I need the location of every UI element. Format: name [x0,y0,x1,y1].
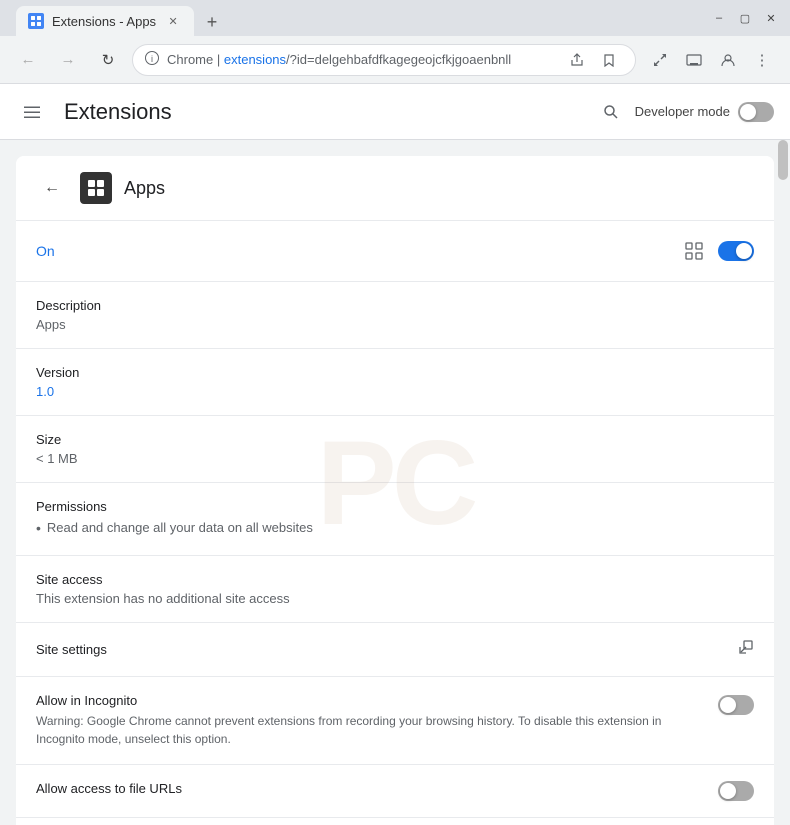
size-row: Size < 1 MB [16,416,774,483]
ext-detail-panel: ← Apps On [16,156,774,825]
security-icon: i [145,51,159,68]
source-row: Source Not from Chrome Web Store. [16,818,774,825]
browser-frame: Extensions - Apps ✕ + – ▢ ✕ ← → ↻ i Chro… [0,0,790,825]
allow-incognito-label: Allow in Incognito [36,693,706,708]
ext-name-heading: Apps [124,178,754,199]
description-value: Apps [36,317,754,332]
site-settings-row[interactable]: Site settings [16,623,774,677]
maximize-button[interactable]: ▢ [734,7,756,29]
bookmark-button[interactable] [595,46,623,74]
on-row: On [16,221,774,282]
tab-close-button[interactable]: ✕ [164,12,182,30]
minimize-button[interactable]: – [708,7,730,29]
extension-detail-body[interactable]: PC ← Apps [0,140,790,825]
dev-mode-label: Developer mode [635,104,730,119]
grid-view-button[interactable] [678,235,710,267]
title-bar: Extensions - Apps ✕ + – ▢ ✕ [0,0,790,36]
menu-button[interactable]: ⋮ [746,44,778,76]
size-label: Size [36,432,754,447]
permissions-label: Permissions [36,499,754,514]
extension-icon [80,172,112,204]
permissions-row: Permissions Read and change all your dat… [16,483,774,556]
back-nav-button[interactable]: ← [12,44,44,76]
allow-file-urls-label: Allow access to file URLs [36,781,706,796]
page-content: Extensions Developer mode PC ← [0,84,790,825]
active-tab[interactable]: Extensions - Apps ✕ [16,6,194,36]
window-controls: – ▢ ✕ [708,7,782,29]
site-access-label: Site access [36,572,754,587]
close-button[interactable]: ✕ [760,7,782,29]
reload-button[interactable]: ↻ [92,44,124,76]
cast-button[interactable] [678,44,710,76]
toolbar-icons: ⋮ [644,44,778,76]
share-button[interactable] [563,46,591,74]
tab-title: Extensions - Apps [52,14,156,29]
site-access-row: Site access This extension has no additi… [16,556,774,623]
dev-mode-toggle[interactable] [738,102,774,122]
version-row: Version 1.0 [16,349,774,416]
on-status-label: On [36,243,678,259]
permissions-list: Read and change all your data on all web… [36,518,754,539]
external-link-icon [738,639,754,660]
dev-mode-area: Developer mode [595,96,774,128]
allow-incognito-desc: Warning: Google Chrome cannot prevent ex… [36,712,706,748]
address-url-params: /?id=delgehbafdfkagegeojcfkjgoaenbnll [286,52,511,67]
allow-file-urls-toggle[interactable] [718,781,754,801]
address-bar[interactable]: i Chrome | extensions/?id=delgehbafdfkag… [132,44,636,76]
version-value: 1.0 [36,384,754,399]
allow-file-urls-row: Allow access to file URLs [16,765,774,818]
forward-nav-button[interactable]: → [52,44,84,76]
permission-item: Read and change all your data on all web… [36,518,754,539]
address-url-highlight: extensions [224,52,286,67]
extensions-page-title: Extensions [64,99,579,125]
ext-detail-header: ← Apps [16,156,774,221]
version-label: Version [36,365,754,380]
ext-panel-wrapper: ← Apps On [0,140,790,825]
allow-incognito-content: Allow in Incognito Warning: Google Chrom… [36,693,706,748]
new-tab-button[interactable]: + [198,8,226,36]
size-value: < 1 MB [36,451,754,466]
site-settings-label: Site settings [36,642,738,657]
extensions-header: Extensions Developer mode [0,84,790,140]
tab-bar: Extensions - Apps ✕ + [8,0,700,36]
address-actions [563,46,623,74]
permissions-value: Read and change all your data on all web… [36,518,754,539]
nav-bar: ← → ↻ i Chrome | extensions/?id=delgehba… [0,36,790,84]
tab-favicon-icon [28,13,44,29]
search-extensions-button[interactable] [595,96,627,128]
permission-text: Read and change all your data on all web… [47,518,313,538]
hamburger-menu-button[interactable] [16,96,48,128]
description-row: Description Apps [16,282,774,349]
address-chrome-label: Chrome [167,52,213,67]
extensions-button[interactable] [644,44,676,76]
site-access-value: This extension has no additional site ac… [36,591,754,606]
allow-incognito-row: Allow in Incognito Warning: Google Chrom… [16,677,774,765]
extension-enabled-toggle[interactable] [718,241,754,261]
svg-text:i: i [151,54,153,64]
allow-file-urls-content: Allow access to file URLs [36,781,706,800]
description-label: Description [36,298,754,313]
allow-incognito-toggle[interactable] [718,695,754,715]
profile-button[interactable] [712,44,744,76]
address-text: Chrome | extensions/?id=delgehbafdfkageg… [167,52,555,67]
back-to-extensions-button[interactable]: ← [36,172,68,204]
